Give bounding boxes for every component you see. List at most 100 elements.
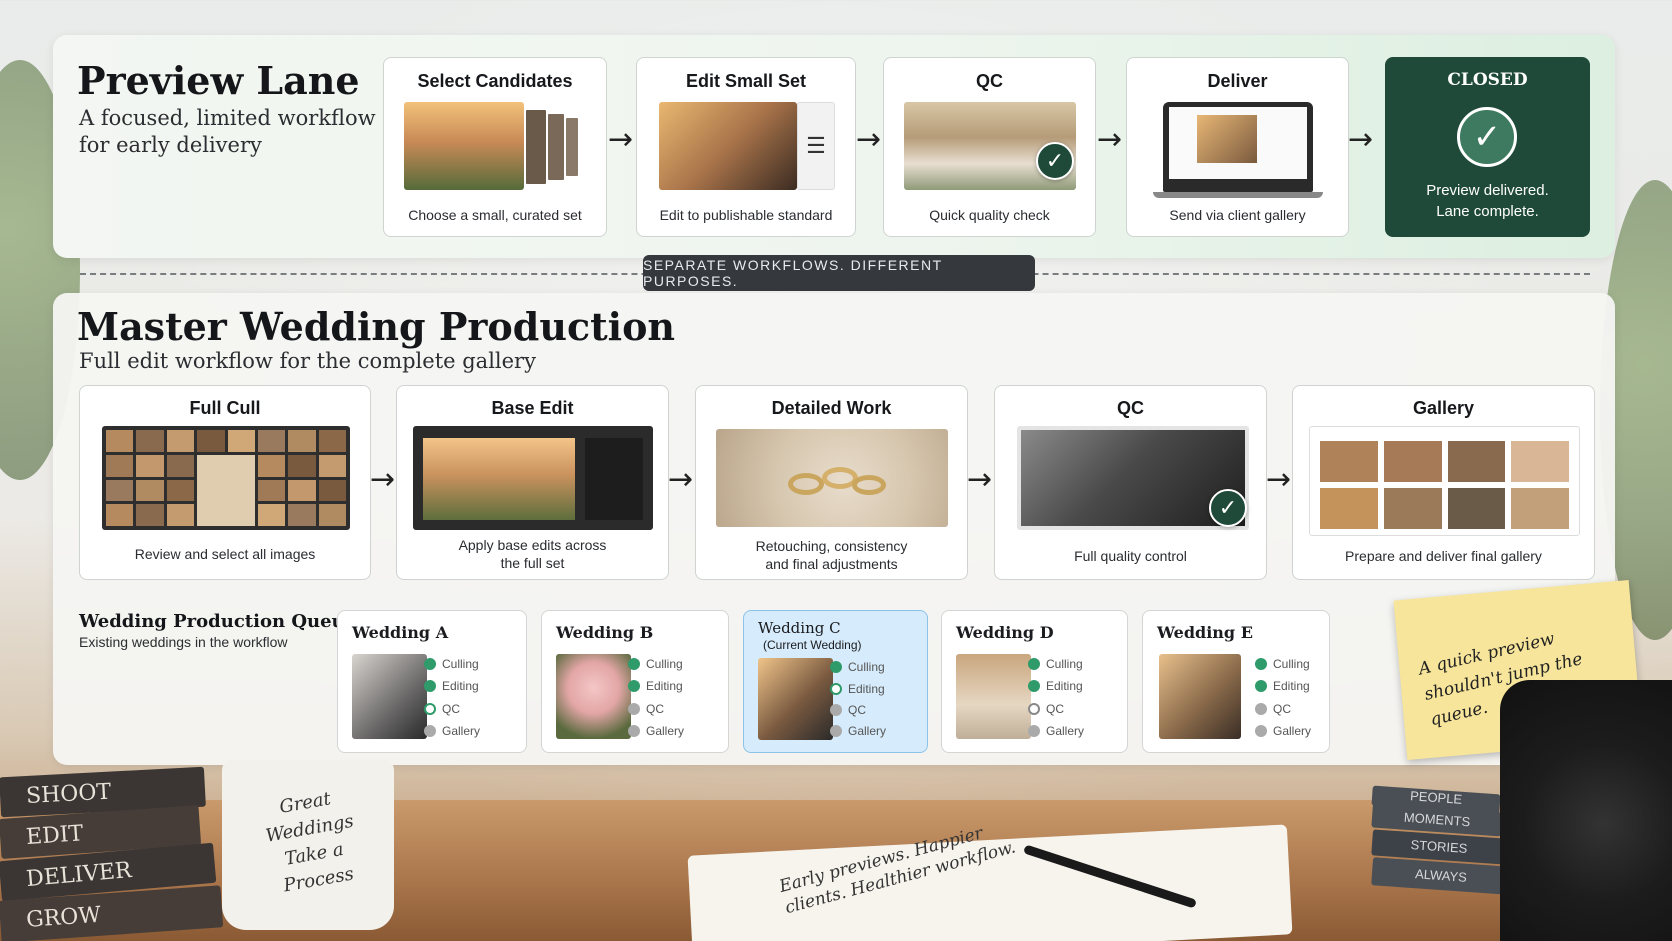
closed-line2: Lane complete.: [1436, 203, 1539, 220]
status-dot: [1028, 658, 1040, 670]
master-step-detailed-work[interactable]: Detailed Work Retouching, consistency an…: [695, 385, 968, 580]
status-editing: Editing: [830, 682, 885, 696]
preview-step-select-candidates[interactable]: Select Candidates Choose a small, curate…: [383, 57, 607, 237]
status-culling: Culling: [424, 657, 479, 671]
queue-card-wedding-d[interactable]: Wedding D Culling Editing QC Gallery: [941, 610, 1128, 753]
laptop-screen: [1169, 107, 1307, 179]
cull-thumb: [318, 479, 346, 502]
preview-step-edit-small-set[interactable]: Edit Small Set ☰ Edit to publishable sta…: [636, 57, 856, 237]
status-editing: Editing: [1028, 679, 1083, 693]
wedding-photo: [352, 654, 427, 739]
status-label: QC: [646, 702, 664, 716]
cull-thumb: [257, 454, 286, 477]
contact-sheet-grid: [102, 426, 350, 530]
status-label: Culling: [442, 657, 479, 671]
step-caption: Quick quality check: [929, 207, 1050, 223]
master-step-base-edit[interactable]: Base Edit Apply base edits across the fu…: [396, 385, 669, 580]
step-caption: Send via client gallery: [1169, 207, 1306, 223]
cull-thumb: [197, 430, 225, 452]
status-label: QC: [1046, 702, 1064, 716]
candidate-photo: [404, 102, 524, 190]
check-icon: ✓: [1036, 142, 1074, 180]
status-qc: QC: [628, 702, 664, 716]
preview-step-deliver[interactable]: Deliver Send via client gallery: [1126, 57, 1349, 237]
status-dot: [628, 703, 640, 715]
status-label: Gallery: [1273, 724, 1312, 738]
check-icon: ✓: [1209, 489, 1247, 527]
status-dot: [628, 680, 640, 692]
cull-thumb: [136, 504, 164, 526]
wedding-photo: [956, 654, 1031, 739]
step-title: Base Edit: [491, 398, 574, 418]
status-dot: [1255, 680, 1267, 692]
status-label: Editing: [1046, 679, 1083, 693]
status-dot: [1028, 725, 1040, 737]
wedding-name: Wedding E: [1157, 623, 1253, 642]
arrow-right-icon: →: [608, 122, 634, 157]
status-qc: QC: [1028, 702, 1064, 716]
queue-title: Wedding Production Queue: [79, 611, 357, 632]
cull-thumb: [318, 430, 346, 452]
status-dot: [830, 661, 842, 673]
status-label: QC: [1273, 702, 1291, 716]
queue-card-wedding-e[interactable]: Wedding E Culling Editing QC Gallery: [1142, 610, 1330, 753]
step-caption-line2: and final adjustments: [765, 556, 898, 572]
cull-thumb: [288, 504, 316, 526]
couple-photo: [659, 102, 797, 190]
status-label: Culling: [1273, 657, 1310, 671]
cull-thumb: [288, 454, 316, 477]
master-step-gallery[interactable]: Gallery Prepare and deliver final galler…: [1292, 385, 1595, 580]
step-title: QC: [1117, 398, 1144, 418]
step-caption-line1: Apply base edits across: [458, 537, 607, 553]
editor-adjustment-panel: [585, 438, 643, 520]
candidate-photo-stack: [564, 116, 580, 178]
arrow-right-icon: →: [1097, 122, 1123, 157]
status-gallery: Gallery: [1028, 724, 1084, 738]
step-title: Edit Small Set: [685, 71, 807, 91]
arrow-right-icon: →: [967, 462, 993, 497]
cull-thumb: [197, 454, 255, 526]
queue-card-wedding-c[interactable]: Wedding C (Current Wedding) Culling Edit…: [743, 610, 928, 753]
gallery-thumb: [1320, 488, 1378, 529]
queue-card-wedding-b[interactable]: Wedding B Culling Editing QC Gallery: [541, 610, 729, 753]
preview-lane-title: Preview Lane: [77, 58, 360, 103]
status-dot: [424, 680, 436, 692]
wedding-photo: [556, 654, 631, 739]
queue-subtitle: Existing weddings in the workflow: [79, 634, 288, 650]
wedding-name: Wedding C: [758, 619, 841, 637]
master-subtitle: Full edit workflow for the complete gall…: [79, 349, 536, 373]
step-title: Full Cull: [189, 398, 261, 418]
status-dot: [628, 725, 640, 737]
queue-card-wedding-a[interactable]: Wedding A Culling Editing QC Gallery: [337, 610, 527, 753]
cull-thumb: [136, 479, 164, 502]
step-title: Detailed Work: [771, 398, 892, 418]
cull-thumb: [106, 454, 134, 477]
closed-line1: Preview delivered.: [1426, 182, 1549, 199]
master-step-full-cull[interactable]: Full Cull Review and select all images: [79, 385, 371, 580]
status-culling: Culling: [830, 660, 885, 674]
master-step-qc[interactable]: QC ✓ Full quality control: [994, 385, 1267, 580]
status-culling: Culling: [1028, 657, 1083, 671]
preview-lane-subtitle-line2: for early delivery: [79, 133, 262, 157]
gallery-grid: [1309, 426, 1580, 536]
status-label: Culling: [646, 657, 683, 671]
status-dot: [424, 658, 436, 670]
cull-thumb: [288, 430, 316, 452]
status-dot: [424, 703, 436, 715]
wedding-name: Wedding D: [956, 623, 1054, 642]
preview-step-qc[interactable]: QC ✓ Quick quality check: [883, 57, 1096, 237]
editor-screenshot: [413, 426, 653, 530]
laptop-screen-photo: [1197, 115, 1257, 163]
status-qc: QC: [830, 703, 866, 717]
status-gallery: Gallery: [628, 724, 684, 738]
gallery-thumb: [1383, 441, 1442, 482]
master-title: Master Wedding Production: [77, 304, 676, 349]
rings-photo: [716, 429, 948, 527]
status-gallery: Gallery: [830, 724, 886, 738]
step-caption: Prepare and deliver final gallery: [1345, 548, 1542, 564]
laptop-base: [1153, 192, 1323, 198]
status-gallery: Gallery: [424, 724, 480, 738]
closed-card: CLOSED ✓ Preview delivered. Lane complet…: [1385, 57, 1590, 237]
arrow-right-icon: →: [1348, 122, 1374, 157]
camera: [1500, 680, 1672, 941]
